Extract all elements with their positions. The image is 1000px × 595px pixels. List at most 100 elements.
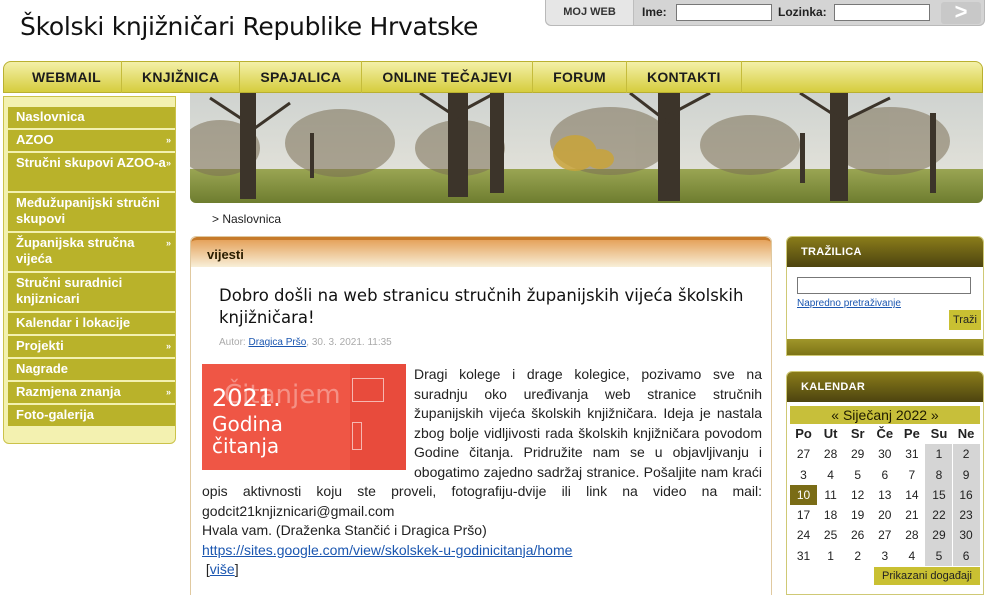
topnav-item[interactable]: KNJIŽNICA — [122, 61, 241, 93]
left-menu-item[interactable]: Foto-galerija — [8, 405, 175, 426]
ime-input[interactable] — [676, 4, 772, 21]
calendar-panel: KALENDAR « Siječanj 2022 » Po Ut Sr Če Pe Su N… — [786, 371, 984, 595]
left-menu-label: Kalendar i lokacije — [16, 315, 131, 330]
calendar-day-header: Ut — [823, 426, 838, 441]
calendar-day[interactable]: 16 — [952, 484, 980, 506]
show-events-button[interactable]: Prikazani događaji — [874, 567, 980, 585]
calendar-day[interactable]: 2 — [952, 444, 980, 465]
left-menu-item[interactable]: Stručni suradnici knjiznicari — [8, 273, 175, 311]
left-menu-item[interactable]: Naslovnica — [8, 107, 175, 128]
search-panel: TRAŽILICA Napredno pretraživanje Traži — [786, 236, 984, 356]
search-input[interactable] — [797, 277, 971, 294]
calendar-day[interactable]: 3 — [790, 465, 817, 485]
submenu-arrow-icon: » — [165, 341, 171, 351]
calendar-day[interactable]: 18 — [817, 505, 844, 525]
left-menu: Naslovnica AZOO» Stručni skupovi AZOO-a» Me… — [3, 96, 176, 444]
calendar-day[interactable]: 3 — [871, 546, 898, 566]
left-menu-label: AZOO — [16, 132, 54, 147]
news-section-heading: vijesti — [191, 237, 771, 267]
calendar-day[interactable]: 10 — [790, 484, 817, 506]
left-menu-item[interactable]: Stručni skupovi AZOO-a» — [8, 153, 175, 191]
calendar-day[interactable]: 27 — [871, 525, 898, 545]
topnav-item[interactable]: ONLINE TEČAJEVI — [362, 61, 534, 93]
calendar-day[interactable]: 28 — [898, 525, 925, 545]
left-menu-item[interactable]: Županijska stručna vijeća » — [8, 233, 175, 271]
submenu-arrow-icon: » — [165, 158, 171, 168]
calendar-day[interactable]: 30 — [871, 444, 898, 464]
calendar-day[interactable]: 6 — [871, 465, 898, 485]
calendar-day[interactable]: 11 — [817, 485, 844, 505]
left-menu-item[interactable]: Projekti » — [8, 336, 175, 357]
calendar-day[interactable]: 22 — [925, 505, 953, 526]
calendar-day[interactable]: 2 — [844, 546, 871, 566]
calendar-day[interactable]: 17 — [790, 505, 817, 525]
calendar-day[interactable]: 29 — [844, 444, 871, 464]
left-menu-label: Županijska stručna vijeća — [16, 235, 135, 266]
calendar-day[interactable]: 7 — [898, 465, 925, 485]
login-bar: MOJ WEB Ime: Lozinka: > — [545, 0, 985, 26]
calendar-day[interactable]: 20 — [871, 505, 898, 525]
banner-image — [190, 93, 983, 203]
calendar-day[interactable]: 14 — [898, 485, 925, 505]
calendar-prev-button[interactable]: « — [831, 407, 839, 423]
calendar-day[interactable]: 4 — [898, 546, 925, 566]
calendar-day[interactable]: 30 — [952, 525, 980, 546]
left-menu-item[interactable]: Nagrade — [8, 359, 175, 380]
calendar-day[interactable]: 27 — [790, 444, 817, 464]
news-external-link[interactable]: https://sites.google.com/view/skolskek-u… — [202, 542, 572, 558]
search-button[interactable]: Traži — [949, 310, 981, 330]
calendar-day[interactable]: 4 — [817, 465, 844, 485]
calendar-day[interactable]: 5 — [925, 545, 953, 567]
submenu-arrow-icon: » — [165, 387, 171, 397]
moj-web-tab[interactable]: MOJ WEB — [546, 0, 634, 25]
left-menu-label: Stručni suradnici knjiznicari — [16, 275, 123, 306]
calendar-day[interactable]: 1 — [925, 444, 953, 465]
calendar-day[interactable]: 21 — [898, 505, 925, 525]
calendar-day[interactable]: 8 — [925, 464, 953, 485]
left-menu-item[interactable]: AZOO » — [8, 130, 175, 151]
calendar-day[interactable]: 9 — [952, 464, 980, 485]
topnav-item[interactable]: FORUM — [533, 61, 627, 93]
topnav-item[interactable]: KONTAKTI — [627, 61, 742, 93]
calendar-month: Siječanj 2022 — [842, 407, 928, 423]
topnav-item[interactable]: WEBMAIL — [12, 61, 122, 93]
read-more-link[interactable]: više — [210, 561, 235, 577]
topnav-item[interactable]: SPAJALICA — [240, 61, 363, 93]
lozinka-label: Lozinka: — [778, 5, 827, 19]
author-link[interactable]: Dragica Pršo — [248, 337, 306, 348]
calendar-day[interactable]: 12 — [844, 485, 871, 505]
advanced-search-link[interactable]: Napredno pretraživanje — [797, 298, 901, 309]
ime-label: Ime: — [642, 5, 667, 19]
calendar-day[interactable]: 24 — [790, 525, 817, 545]
calendar-day[interactable]: 25 — [817, 525, 844, 545]
left-menu-item[interactable]: Kalendar i lokacije — [8, 313, 175, 334]
calendar-grid: Po Ut Sr Če Pe Su Ne 27 28 29 30 31 1 2 3 4 5 6 7 8 9 10 11 12 1… — [790, 424, 980, 567]
submenu-arrow-icon: » — [165, 135, 171, 145]
calendar-day-header: Če — [876, 426, 894, 441]
calendar-next-button[interactable]: » — [931, 407, 939, 423]
left-menu-label: Stručni skupovi AZOO-a — [16, 155, 166, 170]
calendar-day[interactable]: 15 — [925, 484, 953, 506]
calendar-day[interactable]: 13 — [871, 485, 898, 505]
login-submit-button[interactable]: > — [941, 1, 981, 24]
calendar-day-header: Su — [930, 426, 948, 441]
calendar-day[interactable]: 5 — [844, 465, 871, 485]
search-heading: TRAŽILICA — [787, 237, 983, 267]
calendar-day[interactable]: 1 — [817, 546, 844, 566]
left-menu-label: Nagrade — [16, 361, 69, 376]
calendar-day[interactable]: 31 — [790, 546, 817, 566]
left-menu-label: Naslovnica — [16, 109, 85, 124]
calendar-day[interactable]: 28 — [817, 444, 844, 464]
breadcrumb: > Naslovnica — [212, 212, 282, 226]
calendar-day[interactable]: 23 — [952, 505, 980, 526]
calendar-day[interactable]: 26 — [844, 525, 871, 545]
news-title[interactable]: Dobro došli na web stranicu stručnih žup… — [219, 285, 759, 329]
calendar-day[interactable]: 29 — [925, 525, 953, 546]
left-menu-item[interactable]: Razmjena znanja » — [8, 382, 175, 403]
calendar-day[interactable]: 6 — [952, 545, 980, 567]
calendar-day[interactable]: 19 — [844, 505, 871, 525]
left-menu-label: Razmjena znanja — [16, 384, 121, 399]
lozinka-input[interactable] — [834, 4, 930, 21]
left-menu-item[interactable]: Međužupanijski stručni skupovi — [8, 193, 175, 231]
calendar-day[interactable]: 31 — [898, 444, 925, 464]
